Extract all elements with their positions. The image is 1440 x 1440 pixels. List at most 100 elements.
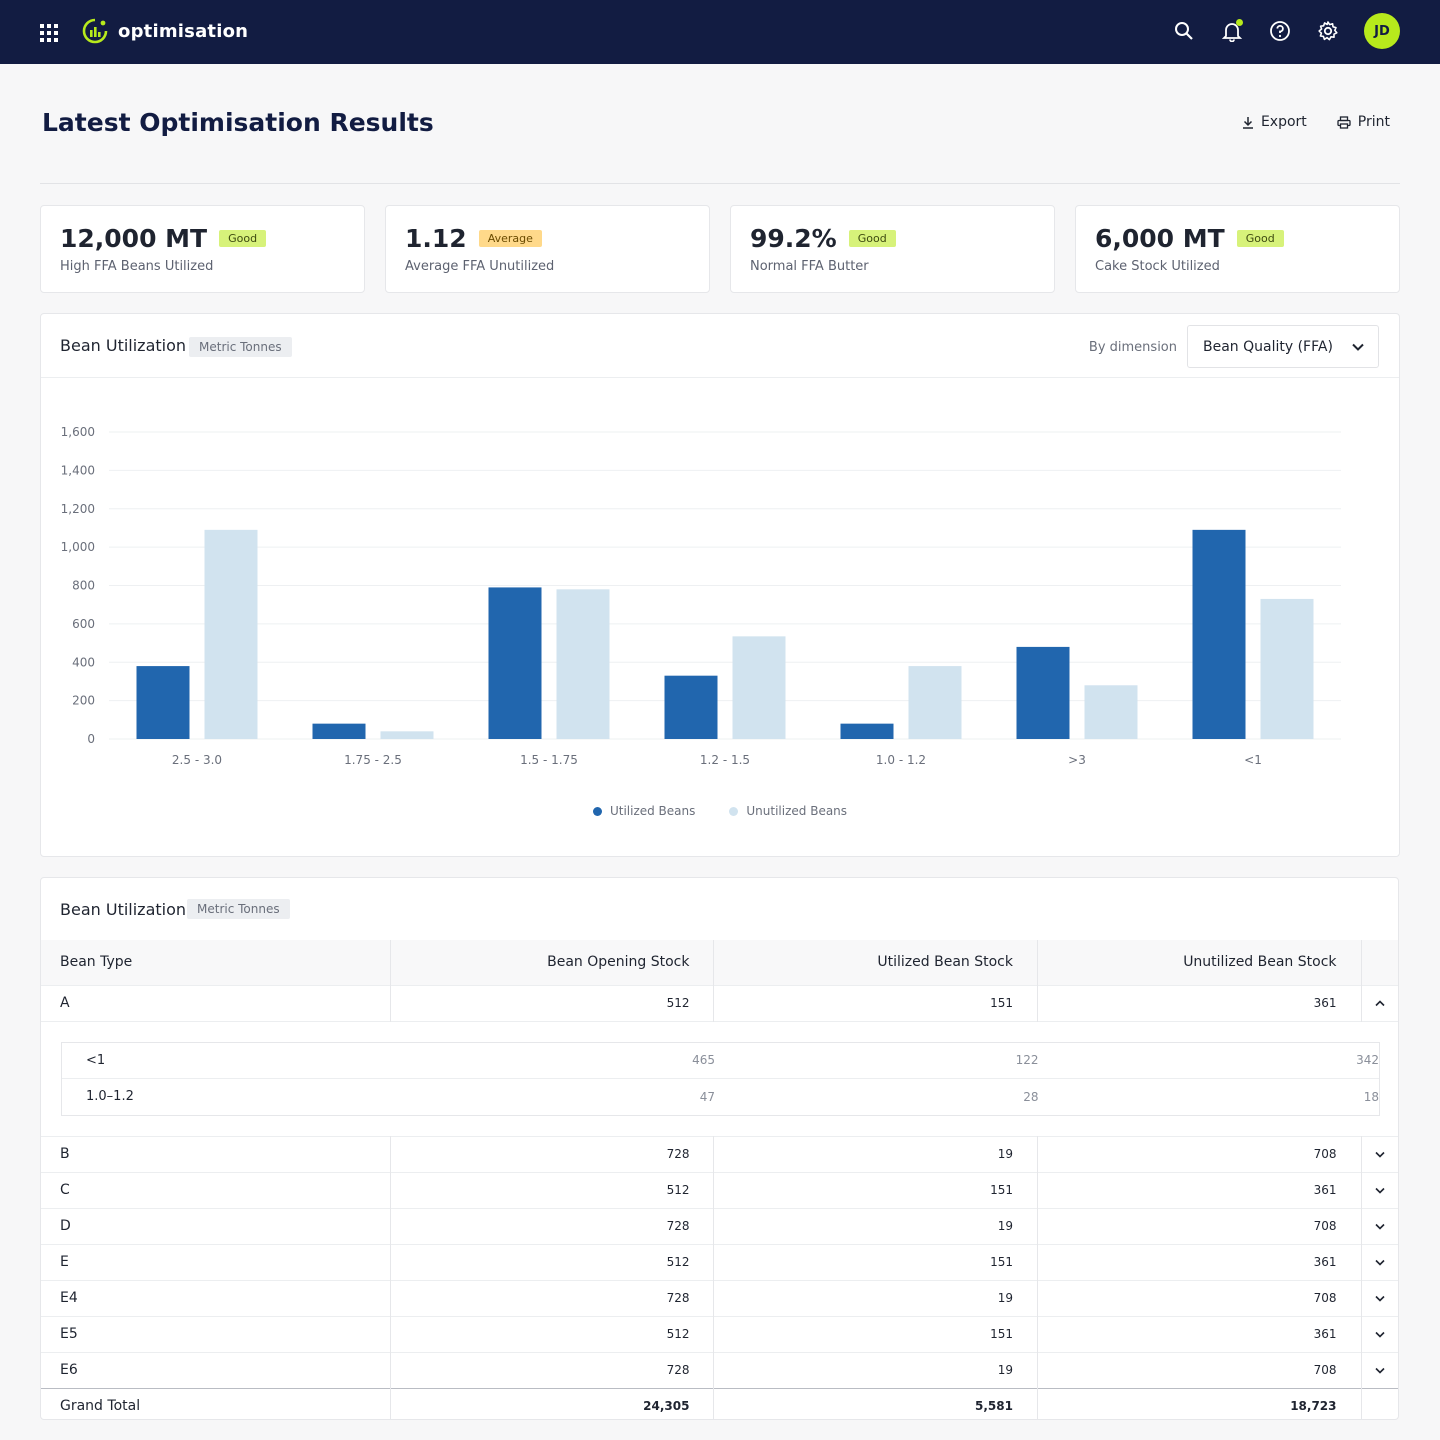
chart-legend: Utilized Beans Unutilized Beans <box>41 804 1399 818</box>
table-row[interactable]: B 728 19 708 <box>41 1135 1398 1172</box>
total-empty-cell <box>1361 1387 1398 1419</box>
export-button[interactable]: Export <box>1242 114 1307 130</box>
cell-utilized-stock: 19 <box>713 1351 1038 1388</box>
bar-unutilized[interactable] <box>1260 598 1314 739</box>
cell-unutilized-stock: 361 <box>1037 1243 1362 1280</box>
x-tick-label: 1.0 - 1.2 <box>876 753 926 767</box>
bar-utilized[interactable] <box>312 723 366 739</box>
bar-unutilized[interactable] <box>908 666 962 739</box>
bar-unutilized[interactable] <box>380 731 434 739</box>
y-tick-label: 1,200 <box>61 502 95 516</box>
user-avatar[interactable]: JD <box>1364 13 1400 49</box>
table-row[interactable]: E5 512 151 361 <box>41 1315 1398 1352</box>
cell-unutilized-stock: 361 <box>1037 984 1362 1021</box>
expand-row-button[interactable] <box>1361 1351 1398 1388</box>
chevron-down-icon <box>1375 1367 1385 1374</box>
kpi-label: High FFA Beans Utilized <box>60 259 214 274</box>
cell-unutilized-stock: 708 <box>1037 1207 1362 1244</box>
cell-utilized-stock: 151 <box>713 1171 1038 1208</box>
status-badge: Good <box>848 230 896 247</box>
cell-utilized-stock: 19 <box>713 1135 1038 1172</box>
bar-unutilized[interactable] <box>556 589 610 739</box>
sub-table-row: <1 465 122 342 <box>62 1043 1379 1079</box>
help-icon[interactable] <box>1268 19 1292 43</box>
search-icon[interactable] <box>1172 19 1196 43</box>
table-row[interactable]: A 512 151 361 <box>41 984 1398 1021</box>
page-title: Latest Optimisation Results <box>42 108 434 137</box>
column-header-opening-stock[interactable]: Bean Opening Stock <box>390 940 715 985</box>
bar-unutilized[interactable] <box>732 636 786 739</box>
column-header-utilized-stock[interactable]: Utilized Bean Stock <box>713 940 1038 985</box>
table-row[interactable]: C 512 151 361 <box>41 1171 1398 1208</box>
kpi-cards: 12,000 MT Good High FFA Beans Utilized 1… <box>40 205 1400 293</box>
bar-utilized[interactable] <box>840 723 894 739</box>
y-tick-label: 1,400 <box>61 463 95 477</box>
column-header-unutilized-stock[interactable]: Unutilized Bean Stock <box>1037 940 1362 985</box>
total-opening-stock: 24,305 <box>390 1387 715 1419</box>
chevron-up-icon <box>1375 1000 1385 1007</box>
cell-unutilized-stock: 708 <box>1037 1351 1362 1388</box>
expand-row-button[interactable] <box>1361 1207 1398 1244</box>
cell-utilized-stock: 151 <box>713 1243 1038 1280</box>
table-row[interactable]: E6 728 19 708 <box>41 1351 1398 1388</box>
table-panel-title: Bean Utilization <box>60 900 187 919</box>
expand-row-button[interactable] <box>1361 1171 1398 1208</box>
sub-cell-unutilized-stock: 18 <box>1038 1078 1379 1115</box>
bar-unutilized[interactable] <box>1084 685 1138 739</box>
status-badge: Good <box>1236 230 1284 247</box>
sub-row-name: 1.0–1.2 <box>62 1078 392 1115</box>
sub-cell-opening-stock: 465 <box>692 1053 716 1068</box>
settings-gear-icon[interactable] <box>1316 19 1340 43</box>
table-row[interactable]: E4 728 19 708 <box>41 1279 1398 1316</box>
cell-unutilized-stock: 708 <box>1037 1135 1362 1172</box>
legend-swatch-utilized <box>592 806 602 816</box>
expand-row-button[interactable] <box>1361 1135 1398 1172</box>
y-tick-label: 1,000 <box>61 540 95 554</box>
bar-utilized[interactable] <box>1016 646 1070 739</box>
bar-utilized[interactable] <box>488 587 542 739</box>
legend-item-utilized[interactable]: Utilized Beans <box>592 804 696 818</box>
y-tick-label: 600 <box>72 617 95 631</box>
expand-row-button[interactable] <box>1361 1315 1398 1352</box>
bar-utilized[interactable] <box>136 666 190 739</box>
print-button[interactable]: Print <box>1337 114 1390 130</box>
table-row[interactable]: E 512 151 361 <box>41 1243 1398 1280</box>
bar-unutilized[interactable] <box>204 529 258 739</box>
cell-unutilized-stock: 361 <box>1037 1315 1362 1352</box>
expand-row-button[interactable] <box>1361 1279 1398 1316</box>
row-name: E6 <box>41 1351 391 1388</box>
kpi-label: Cake Stock Utilized <box>1095 259 1220 274</box>
kpi-value: 6,000 MT <box>1095 224 1225 253</box>
printer-icon <box>1337 115 1351 129</box>
bar-chart: 0 200 400 600 800 1,000 1,200 1,400 1,600 2.5 - 3… <box>61 425 1341 767</box>
legend-item-unutilized[interactable]: Unutilized Beans <box>729 804 847 818</box>
app-grid-icon[interactable] <box>40 24 58 42</box>
kpi-card-average-ffa: 1.12 Average Average FFA Unutilized <box>385 205 710 293</box>
brand[interactable]: optimisation <box>82 18 248 44</box>
unit-tag: Metric Tonnes <box>189 337 292 357</box>
expand-row-button[interactable] <box>1361 1243 1398 1280</box>
cell-utilized-stock: 19 <box>713 1279 1038 1316</box>
bean-utilization-table: Bean Type Bean Opening Stock Utilized Be… <box>41 940 1398 1419</box>
chevron-down-icon <box>1375 1151 1385 1158</box>
dimension-select[interactable]: Bean Quality (FFA) <box>1187 325 1379 368</box>
cell-opening-stock: 512 <box>390 1315 715 1352</box>
column-header-bean-type[interactable]: Bean Type <box>41 940 391 985</box>
x-tick-label: 2.5 - 3.0 <box>172 753 222 767</box>
kpi-value: 99.2% <box>750 224 837 253</box>
cell-opening-stock: 728 <box>390 1135 715 1172</box>
table-row[interactable]: D 728 19 708 <box>41 1207 1398 1244</box>
x-tick-label: <1 <box>1244 753 1262 767</box>
sub-cell-utilized-stock: 28 <box>715 1078 1039 1115</box>
cell-opening-stock: 728 <box>390 1351 715 1388</box>
kpi-card-cake-stock: 6,000 MT Good Cake Stock Utilized <box>1075 205 1400 293</box>
legend-label: Utilized Beans <box>609 804 696 818</box>
export-label: Export <box>1260 114 1307 130</box>
y-tick-label: 400 <box>72 655 95 669</box>
table-header-row: Bean Type Bean Opening Stock Utilized Be… <box>41 940 1398 985</box>
notification-bell-icon[interactable] <box>1220 19 1244 43</box>
cell-utilized-stock: 151 <box>713 1315 1038 1352</box>
bar-utilized[interactable] <box>664 675 718 739</box>
bar-utilized[interactable] <box>1192 529 1246 739</box>
collapse-row-button[interactable] <box>1361 984 1398 1021</box>
